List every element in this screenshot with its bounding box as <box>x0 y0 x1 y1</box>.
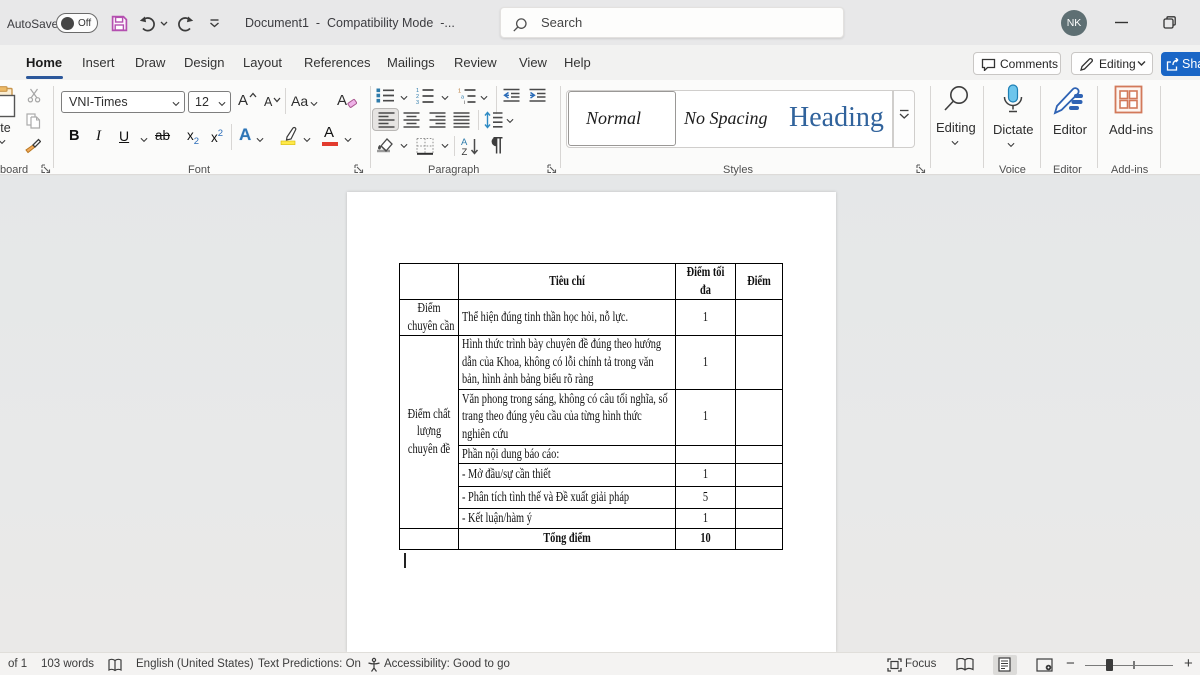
svg-text:3: 3 <box>416 100 419 104</box>
svg-text:Z: Z <box>462 147 468 156</box>
svg-text:i: i <box>464 100 465 104</box>
